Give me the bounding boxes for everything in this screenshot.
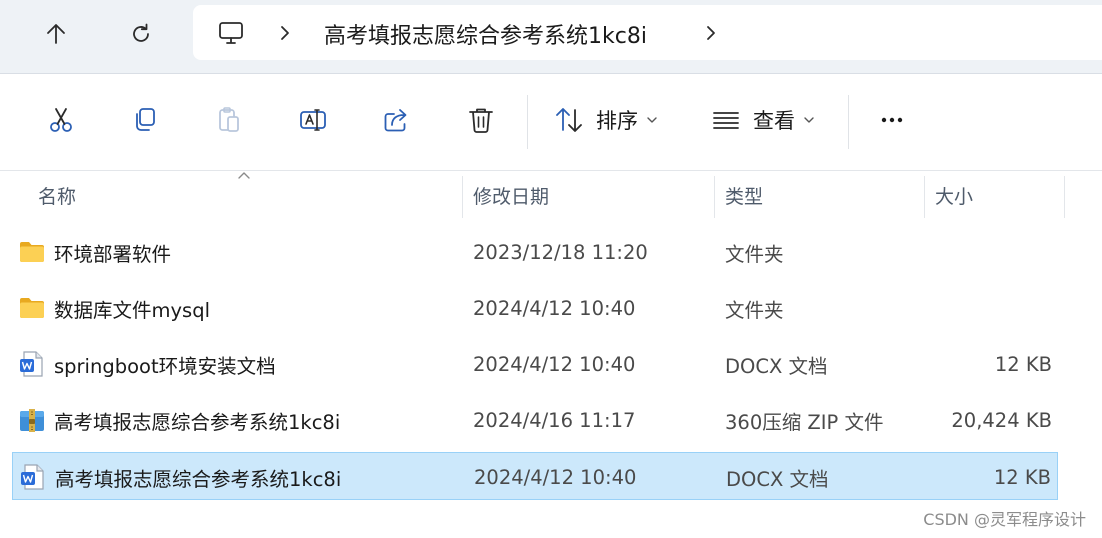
share-button[interactable]: [374, 97, 420, 143]
file-type: 360压缩 ZIP 文件: [725, 410, 884, 434]
more-options-button[interactable]: [869, 97, 915, 143]
file-name: springboot环境安装文档: [54, 354, 276, 378]
chevron-right-icon[interactable]: [703, 24, 719, 42]
file-name: 数据库文件mysql: [54, 298, 210, 322]
share-icon: [384, 109, 407, 132]
column-header-row: 名称 修改日期 类型 大小: [0, 172, 1102, 218]
file-date: 2024/4/12 10:40: [473, 352, 636, 376]
chevron-right-icon[interactable]: [277, 24, 293, 42]
file-size: 12 KB: [993, 465, 1051, 489]
view-button[interactable]: 查看: [711, 97, 815, 143]
file-row[interactable]: 数据库文件mysql 2024/4/12 10:40 文件夹: [12, 284, 1058, 332]
column-header-name[interactable]: 名称: [38, 172, 76, 218]
column-header-type[interactable]: 类型: [725, 172, 763, 218]
file-type: DOCX 文档: [725, 354, 828, 378]
zip-archive-icon: [20, 409, 44, 432]
file-type: 文件夹: [725, 298, 784, 322]
column-separator[interactable]: [924, 176, 925, 218]
file-type: DOCX 文档: [726, 467, 829, 491]
view-label: 查看: [753, 109, 795, 133]
folder-icon: [20, 298, 44, 318]
word-doc-icon: [21, 464, 44, 490]
watermark-text: CSDN @灵军程序设计: [923, 510, 1086, 529]
copy-button[interactable]: [122, 97, 168, 143]
chevron-down-icon: [804, 117, 814, 123]
file-row[interactable]: springboot环境安装文档 2024/4/12 10:40 DOCX 文档…: [12, 340, 1058, 388]
column-separator[interactable]: [1064, 176, 1065, 218]
file-size: 12 KB: [994, 352, 1052, 376]
file-row[interactable]: 高考填报志愿综合参考系统1kc8i 2024/4/16 11:17 360压缩 …: [12, 396, 1058, 444]
view-list-icon: [713, 112, 739, 129]
sort-button[interactable]: 排序: [554, 97, 658, 143]
sort-label: 排序: [596, 109, 638, 133]
file-size: 20,424 KB: [951, 408, 1052, 432]
toolbar-divider: [527, 95, 528, 149]
column-header-size[interactable]: 大小: [935, 172, 973, 218]
refresh-icon[interactable]: [121, 14, 161, 54]
column-separator[interactable]: [462, 176, 463, 218]
rename-icon: [300, 109, 326, 131]
copy-icon: [136, 108, 155, 131]
this-pc-icon[interactable]: [217, 19, 245, 47]
rename-button[interactable]: [290, 97, 336, 143]
file-name: 高考填报志愿综合参考系统1kc8i: [55, 467, 342, 491]
toolbar-divider: [848, 95, 849, 149]
cut-button[interactable]: [38, 97, 84, 143]
column-header-date[interactable]: 修改日期: [473, 172, 549, 218]
delete-button[interactable]: [458, 97, 504, 143]
paste-button[interactable]: [206, 97, 252, 143]
file-type: 文件夹: [725, 242, 784, 266]
clipboard-icon: [219, 107, 239, 132]
scissors-icon: [50, 108, 72, 132]
file-date: 2024/4/16 11:17: [473, 408, 636, 432]
breadcrumb-folder[interactable]: 高考填报志愿综合参考系统1kc8i: [324, 18, 647, 50]
file-name: 环境部署软件: [54, 242, 172, 266]
file-date: 2023/12/18 11:20: [473, 240, 648, 264]
file-name: 高考填报志愿综合参考系统1kc8i: [54, 410, 341, 434]
column-separator[interactable]: [714, 176, 715, 218]
trash-icon: [469, 108, 493, 133]
folder-icon: [20, 242, 44, 262]
more-dots-icon: [881, 117, 903, 123]
word-doc-icon: [20, 351, 43, 377]
sort-arrows-icon: [556, 108, 582, 132]
file-row-selected[interactable]: 高考填报志愿综合参考系统1kc8i 2024/4/12 10:40 DOCX 文…: [12, 452, 1058, 500]
file-row[interactable]: 环境部署软件 2023/12/18 11:20 文件夹: [12, 228, 1058, 276]
command-bar: 排序 查看: [0, 75, 1102, 171]
chevron-down-icon: [647, 117, 657, 123]
address-bar-area: 高考填报志愿综合参考系统1kc8i: [0, 0, 1102, 74]
up-arrow-icon[interactable]: [36, 14, 76, 54]
file-date: 2024/4/12 10:40: [474, 465, 637, 489]
file-date: 2024/4/12 10:40: [473, 296, 636, 320]
address-bar[interactable]: 高考填报志愿综合参考系统1kc8i: [193, 5, 1102, 60]
